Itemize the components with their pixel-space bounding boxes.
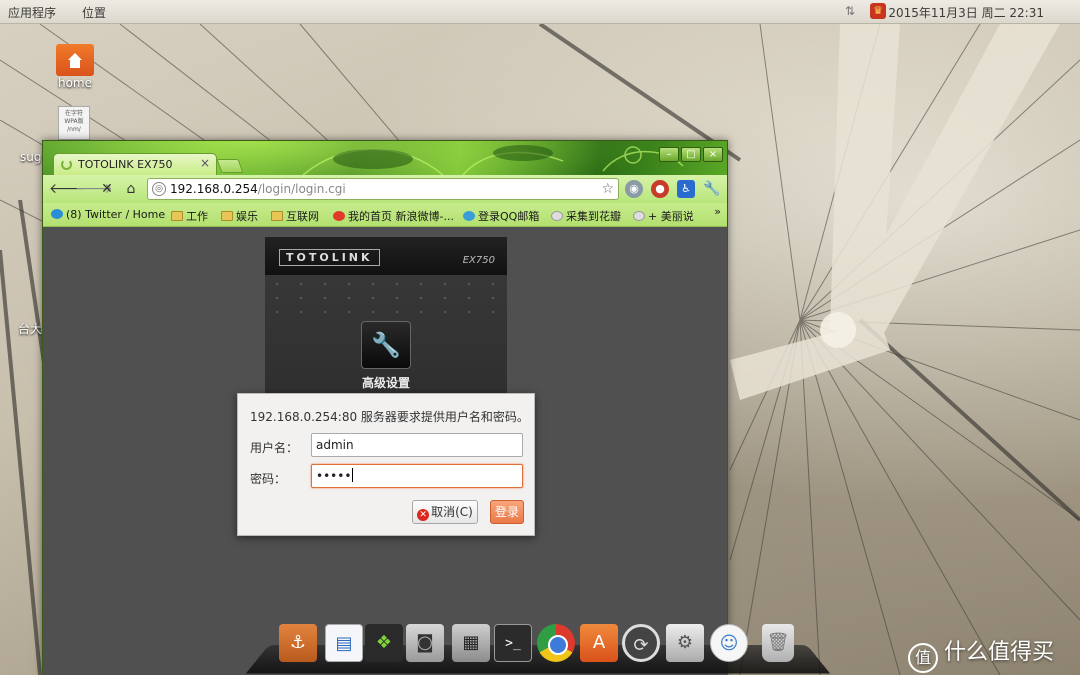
applications-menu[interactable]: 应用程序: [8, 4, 56, 21]
cancel-button[interactable]: ✕ 取消(C): [412, 500, 478, 524]
bookmark-qq-mail[interactable]: 登录QQ邮箱: [463, 208, 539, 224]
browser-window: TOTOLINK EX750 × – □ × 🡐 🡒 ✕ ⌂ ◎ 192.168.0…: [42, 140, 728, 675]
url-host: 192.168.0.254/login/login.cgi: [170, 182, 346, 196]
text-caret: [352, 468, 354, 482]
totolink-logo: TOTOLINK: [279, 249, 380, 266]
url-path: /login/login.cgi: [257, 182, 346, 196]
chat-icon[interactable]: ☺: [710, 624, 748, 662]
bookmarks-overflow-chevron-icon[interactable]: »: [714, 205, 721, 218]
folder-icon: [221, 211, 233, 221]
dot-pattern: [265, 277, 507, 317]
bookmark-huaban[interactable]: 采集到花瓣: [551, 208, 621, 224]
anchor-icon[interactable]: ⚓: [279, 624, 317, 662]
login-button[interactable]: 登录: [490, 500, 524, 524]
browser-frame: TOTOLINK EX750 × – □ × 🡐 🡒 ✕ ⌂ ◎ 192.168.0…: [43, 141, 727, 227]
bookmark-meilishuo[interactable]: + 美丽说: [633, 208, 694, 224]
wrench-icon[interactable]: 🔧: [361, 321, 411, 369]
tab-totolink[interactable]: TOTOLINK EX750 ×: [53, 153, 217, 175]
username-label: 用户名：: [250, 441, 299, 455]
site-watermark: 值什么值得买: [908, 634, 1054, 673]
minimize-button[interactable]: –: [659, 147, 679, 162]
password-label: 密码：: [250, 472, 287, 486]
stop-icon[interactable]: ✕: [97, 179, 117, 199]
password-mask: •••••: [316, 469, 352, 483]
home-folder-icon: [56, 44, 94, 76]
network-icon[interactable]: ⇅: [842, 3, 858, 19]
home-icon[interactable]: ⌂: [121, 179, 141, 199]
back-arrow-icon[interactable]: 🡐: [49, 179, 87, 199]
address-bar[interactable]: ◎ 192.168.0.254/login/login.cgi ☆: [147, 178, 619, 200]
password-field[interactable]: •••••: [311, 464, 523, 488]
totolink-panel: TOTOLINK EX750 🔧 高级设置: [265, 237, 507, 397]
model-name: EX750: [462, 255, 495, 266]
watermark-text: 什么值得买: [944, 640, 1055, 665]
calculator-icon[interactable]: ▦: [452, 624, 490, 662]
tab-title: TOTOLINK EX750: [78, 158, 173, 171]
extension-globe-icon[interactable]: ◉: [625, 180, 643, 198]
forward-arrow-icon[interactable]: 🡒: [75, 179, 113, 199]
top-panel: 应用程序 位置 ⇅ ♛ 2015年11月3日 周二 22:31: [0, 0, 1080, 24]
document-viewer-icon[interactable]: ▤: [325, 624, 363, 662]
page-content: TOTOLINK EX750 🔧 高级设置 192.168.0.254:80 服…: [43, 227, 727, 675]
tray-app-icon[interactable]: ♛: [870, 3, 886, 19]
document-desktop-icon[interactable]: 在字符 WPA版 /nm/: [58, 106, 90, 140]
loading-throbber-icon: [61, 159, 72, 170]
browser-toolbar: 🡐 🡒 ✕ ⌂ ◎ 192.168.0.254/login/login.cgi …: [43, 175, 727, 203]
username-field[interactable]: admin: [311, 433, 523, 457]
folder-icon: [271, 211, 283, 221]
system-settings-icon[interactable]: ⚙: [666, 624, 704, 662]
watermark-badge: 值: [908, 643, 938, 673]
page-info-icon[interactable]: ◎: [152, 182, 166, 196]
maximize-button[interactable]: □: [681, 147, 701, 162]
home-folder-desktop-icon[interactable]: home: [52, 44, 98, 90]
desktop-text-fragment-2: 台大: [18, 322, 43, 336]
advanced-settings-label[interactable]: 高级设置: [265, 374, 507, 391]
trash-icon[interactable]: 🗑: [762, 624, 794, 662]
wrench-menu-icon[interactable]: 🔧: [703, 180, 721, 198]
tab-close-icon[interactable]: ×: [200, 156, 210, 170]
desktop-text-fragment: sug: [20, 150, 42, 164]
terminal-icon[interactable]: >_: [494, 624, 532, 662]
auth-dialog: 192.168.0.254:80 服务器要求提供用户名和密码。 用户名： adm…: [237, 393, 535, 536]
update-icon[interactable]: ⟳: [622, 624, 660, 662]
bookmark-twitter[interactable]: (8) Twitter / Home: [51, 208, 165, 221]
meilishuo-icon: [633, 211, 645, 221]
bookmark-folder-entertainment[interactable]: 娱乐: [221, 208, 258, 224]
weibo-icon: [333, 211, 345, 221]
cancel-icon: ✕: [417, 509, 430, 521]
auth-message: 192.168.0.254:80 服务器要求提供用户名和密码。: [250, 410, 529, 424]
new-tab-button[interactable]: [216, 159, 244, 173]
places-menu[interactable]: 位置: [82, 4, 106, 21]
bookmarks-bar: (8) Twitter / Home 工作 娱乐 互联网 我的首页 新浪微博-.…: [43, 203, 727, 227]
bookmark-folder-work[interactable]: 工作: [171, 208, 208, 224]
extension-blue-icon[interactable]: ♿: [677, 180, 695, 198]
bookmark-folder-internet[interactable]: 互联网: [271, 208, 319, 224]
home-label: home: [57, 76, 93, 90]
window-controls: – □ ×: [657, 142, 723, 162]
huaban-icon: [551, 211, 563, 221]
qq-mail-icon: [463, 211, 475, 221]
chrome-icon[interactable]: [537, 624, 575, 662]
folder-icon: [171, 211, 183, 221]
extension-red-icon[interactable]: ●: [651, 180, 669, 198]
cube-icon[interactable]: ❖: [365, 624, 403, 662]
close-button[interactable]: ×: [703, 147, 723, 162]
bookmark-star-icon[interactable]: ☆: [601, 179, 614, 199]
panel-clock[interactable]: 2015年11月3日 周二 22:31: [888, 4, 1044, 21]
totolink-header: TOTOLINK EX750: [265, 237, 507, 275]
bookmark-weibo[interactable]: 我的首页 新浪微博-...: [333, 208, 454, 224]
camera-icon[interactable]: ◙: [406, 624, 444, 662]
twitter-icon: [51, 209, 63, 219]
software-center-icon[interactable]: A: [580, 624, 618, 662]
